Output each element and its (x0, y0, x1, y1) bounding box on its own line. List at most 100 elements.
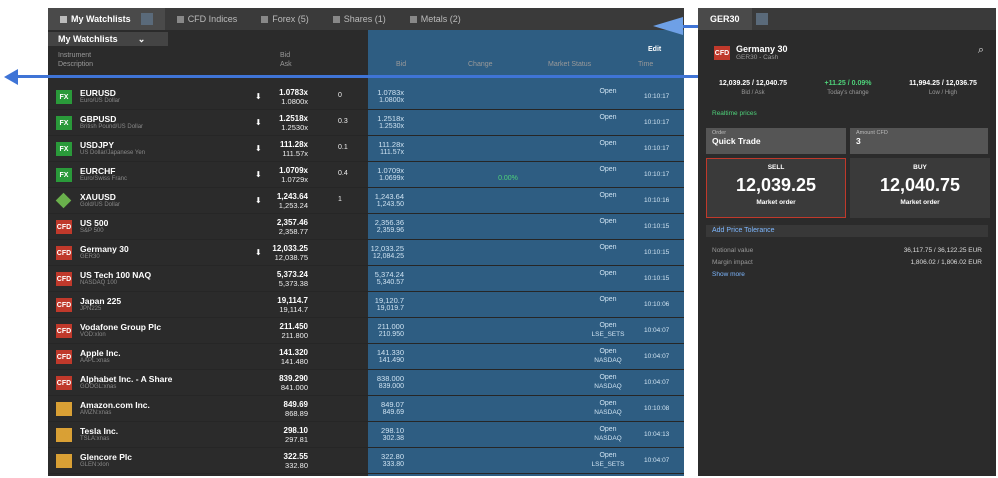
spread-value: 0 (338, 92, 342, 99)
watchlist-row[interactable]: XAUUSD Gold/US Dollar ⬇ 1,243.64 1,253.24 1 1,… (48, 188, 684, 214)
market-status: Open (599, 452, 617, 459)
watchlist-row[interactable]: FX EURCHF Euro/Swiss Franc ⬇ 1.0709x 1.0729x 0… (48, 162, 684, 188)
amount-value: 3 (856, 136, 861, 146)
instrument-name[interactable]: US 500 (80, 218, 108, 228)
instrument-name[interactable]: Amazon.com Inc. (80, 400, 150, 410)
pin-icon[interactable]: ⬇ (255, 144, 262, 153)
market-status: Open (599, 322, 617, 329)
stat-change: +11.25 / 0.09% (824, 80, 872, 87)
instrument-name[interactable]: Germany 30 (80, 244, 129, 254)
tab-4[interactable]: Metals (2) (398, 8, 473, 30)
instrument-name[interactable]: Vodafone Group Plc (80, 322, 161, 332)
col-time[interactable]: Time (638, 61, 653, 68)
instrument-name[interactable]: Apple Inc. (80, 348, 121, 358)
tab-0[interactable]: My Watchlists (48, 8, 165, 30)
col-bid[interactable]: Bid (280, 52, 290, 59)
instrument-header: CFD Germany 30 GER30 - Cash ⌕ (708, 38, 988, 66)
ask-price: 2,358.77 (278, 227, 308, 236)
chevron-down-icon: ⌄ (137, 33, 146, 44)
spread-value: 0.4 (338, 170, 348, 177)
watchlist-row[interactable]: CFD Germany 30 GER30 ⬇ 12,033.25 12,038.75 12,… (48, 240, 684, 266)
realtime-prices-label: Realtime prices (712, 110, 757, 117)
watchlist-row[interactable]: CFD Apple Inc. AAPL:xnas 141.320 141.480 141.… (48, 344, 684, 370)
bid-price: 141.320 (279, 348, 308, 357)
pin-icon[interactable]: ⬇ (255, 170, 262, 179)
watchlist-row[interactable]: CFD Japan 225 JPN225 19,114.7 19,114.7 19,120… (48, 292, 684, 318)
instrument-badge-icon: SH (56, 428, 72, 442)
instrument-description: Euro/Swiss Franc (80, 176, 128, 182)
show-more-link[interactable]: Show more (712, 271, 982, 278)
instrument-name[interactable]: GBPUSD (80, 114, 116, 124)
watchlist-row[interactable]: SH Tesla Inc. TSLA:xnas 298.10 297.81 298.10 3… (48, 422, 684, 448)
market-status: Open (599, 374, 617, 381)
instrument-name[interactable]: US Tech 100 NAQ (80, 270, 151, 280)
tab-2[interactable]: Forex (5) (249, 8, 321, 30)
pin-icon[interactable]: ⬇ (255, 92, 262, 101)
bid-price-highlight: 1.0783x (377, 88, 404, 97)
market-status: Open (599, 426, 617, 433)
stat-bid-ask-label: Bid / Ask (741, 90, 765, 96)
search-icon[interactable]: ⌕ (978, 44, 984, 57)
notional-value-label: Notional value (712, 247, 754, 254)
ask-price-highlight: 1.0699x (379, 175, 404, 182)
instrument-name[interactable]: EURCHF (80, 166, 115, 176)
watchlist-row[interactable]: CFD Vodafone Group Plc VOD:xlon 211.450 211.… (48, 318, 684, 344)
col-description: Description (58, 61, 94, 68)
last-update-time: 10:10:15 (644, 223, 670, 230)
instrument-name[interactable]: Tesla Inc. (80, 426, 118, 436)
margin-impact-label: Margin impact (712, 259, 753, 266)
ask-price-highlight: 839.000 (378, 383, 404, 390)
pin-icon[interactable]: ⬇ (255, 248, 262, 257)
col-ask[interactable]: Ask (280, 61, 292, 68)
watchlist-row[interactable]: SH Amazon.com Inc. AMZN:xnas 849.69 868.89 84… (48, 396, 684, 422)
watchlist-row[interactable]: SH Glencore Plc GLEN:xlon 322.55 332.80 322.8… (48, 448, 684, 474)
instrument-name[interactable]: EURUSD (80, 88, 116, 98)
tab-close-icon[interactable] (140, 13, 153, 25)
trade-ticket-tab[interactable]: GER30 (698, 8, 752, 30)
pin-icon[interactable]: ⬇ (255, 196, 262, 205)
col-change[interactable]: Change (468, 61, 493, 68)
instrument-name[interactable]: Alphabet Inc. - A Share (80, 374, 172, 384)
edit-link[interactable]: Edit (648, 46, 661, 53)
col-market-status[interactable]: Market Status (548, 61, 591, 68)
ask-price: 111.57x (282, 149, 308, 158)
instrument-name[interactable]: XAUUSD (80, 192, 116, 202)
pin-icon[interactable]: ⬇ (255, 118, 262, 127)
instrument-name[interactable]: Japan 225 (80, 296, 121, 306)
add-price-tolerance-link[interactable]: Add Price Tolerance (706, 225, 988, 237)
watchlist-row[interactable]: CFD Alphabet Inc. - A Share GOOGL:xnas 839.… (48, 370, 684, 396)
bid-price-highlight: 1,243.64 (374, 192, 404, 201)
instrument-name[interactable]: USDJPY (80, 140, 114, 150)
bid-price: 849.69 (283, 400, 308, 409)
col-bid-highlight[interactable]: Bid (396, 61, 406, 68)
order-type-select[interactable]: Order Quick Trade (706, 128, 846, 154)
tab-3[interactable]: Shares (1) (321, 8, 398, 30)
market-venue: NASDAQ (594, 357, 622, 364)
instrument-name[interactable]: Glencore Plc (80, 452, 132, 462)
cfd-badge-icon: CFD (714, 46, 730, 60)
watchlist-row[interactable]: FX EURUSD Euro/US Dollar ⬇ 1.0783x 1.0800x 0 1.… (48, 84, 684, 110)
buy-button[interactable]: BUY 12,040.75 Market order (850, 158, 990, 218)
col-instrument[interactable]: Instrument (58, 52, 91, 59)
sell-order-type: Market order (756, 199, 796, 206)
last-update-time: 10:04:07 (644, 457, 670, 464)
market-status: Open (599, 166, 617, 173)
watchlist-row[interactable]: FX USDJPY US Dollar/Japanese Yen ⬇ 111.28x 11… (48, 136, 684, 162)
sell-button[interactable]: SELL 12,039.25 Market order (706, 158, 846, 218)
ask-price: 841.000 (280, 383, 308, 392)
watchlist-row[interactable]: CFD US Tech 100 NAQ NASDAQ 100 5,373.24 5,37… (48, 266, 684, 292)
bid-price-highlight: 298.10 (381, 426, 404, 435)
close-tab-icon[interactable] (755, 13, 768, 25)
watchlist-row[interactable]: FX GBPUSD British Pound/US Dollar ⬇ 1.2518x 1… (48, 110, 684, 136)
ask-price-highlight: 849.69 (382, 409, 404, 416)
instrument-description: GER30 (80, 254, 100, 260)
watchlist-row[interactable]: CFD US 500 S&P 500 2,357.46 2,358.77 2,356.36… (48, 214, 684, 240)
watchlist-selector[interactable]: My Watchlists ⌄ (48, 32, 168, 46)
watchlist-tabs: My Watchlists CFD Indices Forex (5) Shares … (48, 8, 684, 30)
ask-price: 19,114.7 (279, 305, 308, 314)
instrument-badge-icon: CFD (56, 246, 72, 260)
amount-input[interactable]: Amount CFD 3 (850, 128, 988, 154)
instrument-badge-icon: CFD (56, 272, 72, 286)
bid-price: 12,033.25 (272, 244, 308, 253)
tab-1[interactable]: CFD Indices (165, 8, 250, 30)
